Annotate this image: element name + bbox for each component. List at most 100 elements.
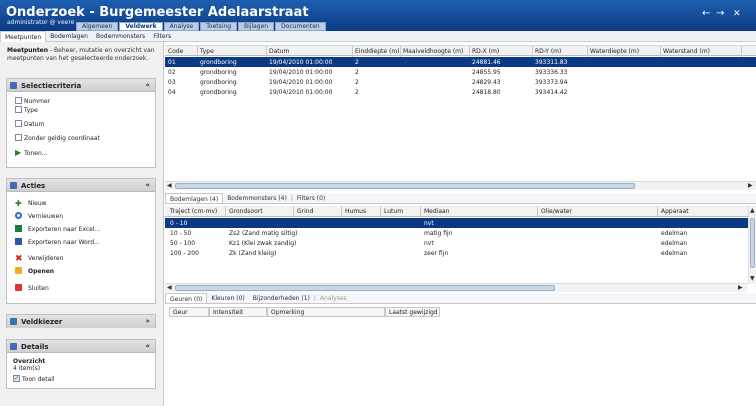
checkbox[interactable]	[15, 106, 22, 113]
checkbox[interactable]: ✓	[13, 375, 20, 382]
column-header[interactable]: Maaiveldhoogte (m)	[403, 48, 463, 55]
cell-traject: 100 - 200	[170, 250, 199, 257]
criterion-type[interactable]: Type	[15, 106, 38, 115]
toon-detail-checkbox[interactable]: ✓ Toon detail	[13, 375, 55, 384]
tab-analyses[interactable]: Analyses	[316, 293, 351, 303]
details-header[interactable]: Details «	[7, 340, 155, 353]
table-row[interactable]: 04 grondboring 19/04/2010 01:00:00 2 248…	[165, 87, 756, 97]
table-row[interactable]: 10 - 50 Zs2 (Zand matig siltig) matig fi…	[165, 228, 748, 238]
column-header[interactable]: Traject (cm-mv)	[170, 208, 217, 215]
criterion-label: Nummer	[24, 98, 51, 105]
tab-filters[interactable]: Filters (0)	[293, 193, 329, 203]
column-header[interactable]: Waterstand (m)	[663, 48, 710, 55]
scroll-thumb[interactable]	[175, 285, 555, 291]
cell-apparaat: edelman	[661, 230, 688, 237]
subtab-bodemmonsters[interactable]: Bodemmonsters	[92, 31, 149, 42]
cell-apparaat: edelman	[661, 250, 688, 257]
cell-rdx: 24881.46	[472, 59, 501, 66]
cell-grondsoort: Zs2 (Zand matig siltig)	[229, 230, 298, 237]
criterion-nummer[interactable]: Nummer	[15, 97, 51, 106]
horizontal-scrollbar[interactable]: ◀ ▶	[165, 283, 748, 292]
collapse-icon[interactable]: «	[145, 181, 150, 189]
column-header[interactable]: RD-Y (m)	[535, 48, 561, 55]
column-header[interactable]: Code	[168, 48, 183, 55]
table-row[interactable]: 100 - 200 Zk (Zand kleiig) zeer fijn ede…	[165, 248, 748, 258]
scroll-thumb[interactable]	[750, 218, 755, 268]
selectiecriteria-title: Selectiecriteria	[21, 82, 82, 90]
action-verwijderen[interactable]: ✖ Verwijderen	[15, 254, 63, 264]
scroll-left-icon[interactable]: ◀	[167, 182, 172, 189]
subtab-bodemlagen[interactable]: Bodemlagen	[46, 31, 92, 42]
tab-analyse[interactable]: Analyse	[163, 22, 200, 31]
acties-header[interactable]: Acties «	[7, 179, 155, 192]
column-header[interactable]: Type	[200, 48, 214, 55]
delete-icon: ✖	[15, 254, 23, 264]
table-row[interactable]: 50 - 100 Kz1 (Klei zwak zandig) nvt edel…	[165, 238, 748, 248]
forward-arrow-icon[interactable]: →	[716, 8, 724, 19]
tab-bijzonderheden[interactable]: Bijzonderheden (1)	[249, 293, 314, 303]
column-header[interactable]: Apparaat	[661, 208, 689, 215]
horizontal-scrollbar[interactable]: ◀ ▶	[165, 181, 756, 190]
expand-icon[interactable]: »	[145, 317, 150, 325]
action-export-excel[interactable]: Exporteren naar Excel...	[15, 225, 100, 234]
checkbox[interactable]	[15, 97, 22, 104]
action-openen[interactable]: Openen	[15, 267, 54, 276]
table-header: Geur Intensiteit Opmerking Laatst gewijz…	[169, 307, 440, 317]
column-header[interactable]: Grind	[297, 208, 313, 215]
action-export-word[interactable]: Exporteren naar Word...	[15, 238, 100, 247]
column-header[interactable]: Geur	[169, 307, 209, 317]
collapse-icon[interactable]: «	[145, 81, 150, 89]
tab-toetsing[interactable]: Toetsing	[200, 22, 238, 31]
action-nieuw[interactable]: ✚ Nieuw	[15, 200, 47, 208]
tab-kleuren[interactable]: Kleuren (0)	[207, 293, 248, 303]
column-header[interactable]: Lutum	[384, 208, 403, 215]
scroll-right-icon[interactable]: ▶	[738, 284, 743, 291]
column-header[interactable]: Grondsoort	[229, 208, 263, 215]
table-row[interactable]: 03 grondboring 19/04/2010 01:00:00 2 248…	[165, 77, 756, 87]
column-header[interactable]: RD-X (m)	[472, 48, 499, 55]
column-header[interactable]: Opmerking	[267, 307, 385, 317]
tonen-button[interactable]: ▶ Tonen...	[15, 149, 48, 158]
cell-grondsoort: Zk (Zand kleiig)	[229, 250, 277, 257]
cell-datum: 19/04/2010 01:00:00	[269, 89, 333, 96]
close-icon	[15, 284, 22, 291]
subtab-filters[interactable]: Filters	[149, 31, 175, 42]
table-row[interactable]: 01 grondboring 19/04/2010 01:00:00 2 248…	[165, 57, 756, 67]
vertical-scrollbar[interactable]: ▲ ▼	[748, 206, 756, 284]
tab-veldwerk[interactable]: Veldwerk	[119, 22, 163, 31]
column-header[interactable]: Mediaan	[424, 208, 450, 215]
criterion-datum[interactable]: Datum	[15, 120, 44, 129]
close-icon[interactable]: ✕	[733, 9, 741, 19]
subtab-meetpunten[interactable]: Meetpunten	[0, 31, 47, 42]
column-header[interactable]: Intensiteit	[209, 307, 267, 317]
back-arrow-icon[interactable]: ←	[702, 8, 710, 19]
tab-bodemmonsters[interactable]: Bodemmonsters (4)	[223, 193, 291, 203]
checkbox[interactable]	[15, 120, 22, 127]
column-header[interactable]: Humus	[345, 208, 366, 215]
table-row[interactable]: 02 grondboring 19/04/2010 01:00:00 2 248…	[165, 67, 756, 77]
veldkiezer-header[interactable]: Veldkiezer »	[7, 315, 155, 328]
scroll-right-icon[interactable]: ▶	[748, 182, 753, 189]
tab-bodemlagen[interactable]: Bodemlagen (4)	[165, 193, 224, 203]
column-header[interactable]: Datum	[269, 48, 289, 55]
column-header[interactable]: Einddiepte (m)	[355, 48, 400, 55]
scroll-down-icon[interactable]: ▼	[750, 275, 755, 282]
scroll-up-icon[interactable]: ▲	[750, 207, 755, 214]
column-header[interactable]: Laatst gewijzigd	[385, 307, 440, 317]
tab-bijlagen[interactable]: Bijlagen	[238, 22, 275, 31]
tab-algemeen[interactable]: Algemeen	[76, 22, 119, 31]
selectiecriteria-header[interactable]: Selectiecriteria «	[7, 79, 155, 92]
tab-documenten[interactable]: Documenten	[275, 22, 326, 31]
column-header[interactable]: Olie/water	[541, 208, 572, 215]
scroll-left-icon[interactable]: ◀	[167, 284, 172, 291]
scroll-thumb[interactable]	[175, 183, 635, 189]
tab-geuren[interactable]: Geuren (0)	[165, 293, 208, 303]
checkbox[interactable]	[15, 134, 22, 141]
table-row[interactable]: 0 - 10 nvt	[165, 218, 748, 228]
cell-mediaan: nvt	[424, 220, 434, 227]
action-sluiten[interactable]: Sluiten	[15, 284, 49, 293]
collapse-icon[interactable]: «	[145, 342, 150, 350]
criterion-coordinaat[interactable]: Zonder geldig coordinaat	[15, 134, 100, 143]
column-header[interactable]: Waterdiepte (m)	[590, 48, 639, 55]
action-vernieuwen[interactable]: Vernieuwen	[15, 212, 63, 221]
